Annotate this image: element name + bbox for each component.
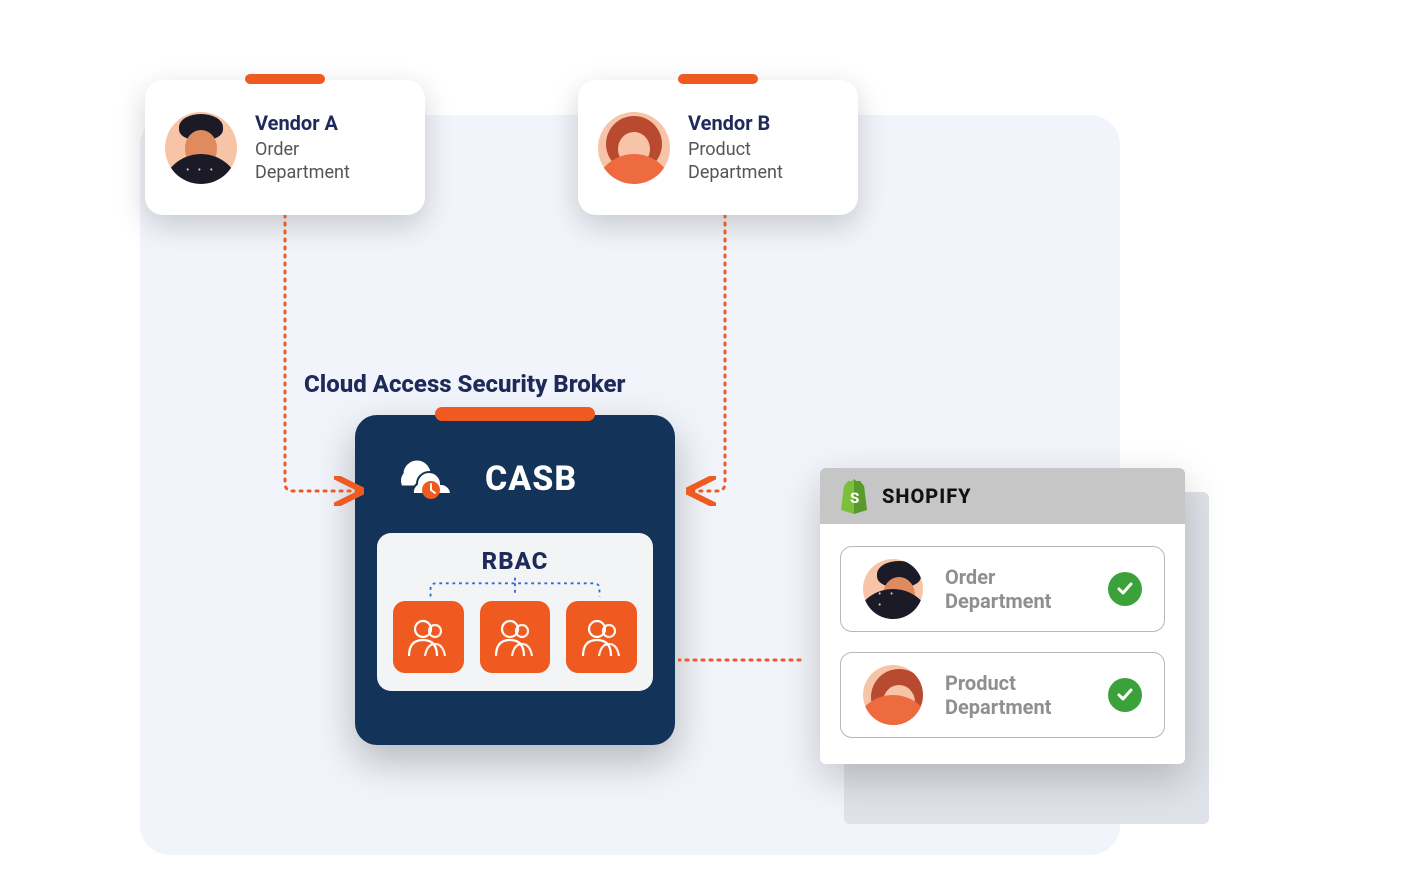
vendor-a-dept: Order Department [255, 139, 350, 184]
casb-cloud-icon [385, 450, 465, 508]
shopify-row-product: Product Department [840, 652, 1165, 738]
rbac-panel: RBAC [377, 533, 653, 691]
casb-label: CASB [485, 459, 577, 499]
check-icon [1108, 678, 1142, 712]
vendor-b-name: Vendor B [688, 111, 783, 135]
shopify-row-product-avatar [863, 665, 923, 725]
casb-title: Cloud Access Security Broker [304, 370, 626, 398]
check-icon [1108, 572, 1142, 606]
rbac-title: RBAC [393, 547, 637, 575]
shopify-header: S SHOPIFY [820, 468, 1185, 524]
shopify-logo-icon: S [838, 478, 870, 514]
rbac-links [393, 575, 637, 601]
svg-text:S: S [850, 489, 859, 507]
shopify-row-product-label: Product Department [945, 671, 1086, 719]
vendor-a-name: Vendor A [255, 111, 350, 135]
vendor-a-card: • • • Vendor A Order Department [145, 80, 425, 215]
rbac-role-tile-2 [480, 601, 551, 673]
shopify-row-order: • • • Order Department [840, 546, 1165, 632]
shopify-panel: S SHOPIFY • • • Order Department Product… [820, 468, 1185, 764]
rbac-role-tile-1 [393, 601, 464, 673]
shopify-title: SHOPIFY [882, 484, 972, 508]
rbac-role-tile-3 [566, 601, 637, 673]
vendor-b-avatar [598, 112, 670, 184]
vendor-b-card: Vendor B Product Department [578, 80, 858, 215]
casb-box: CASB RBAC [355, 415, 675, 745]
shopify-row-order-avatar: • • • [863, 559, 923, 619]
shopify-row-order-label: Order Department [945, 565, 1086, 613]
vendor-a-avatar: • • • [165, 112, 237, 184]
vendor-b-dept: Product Department [688, 139, 783, 184]
